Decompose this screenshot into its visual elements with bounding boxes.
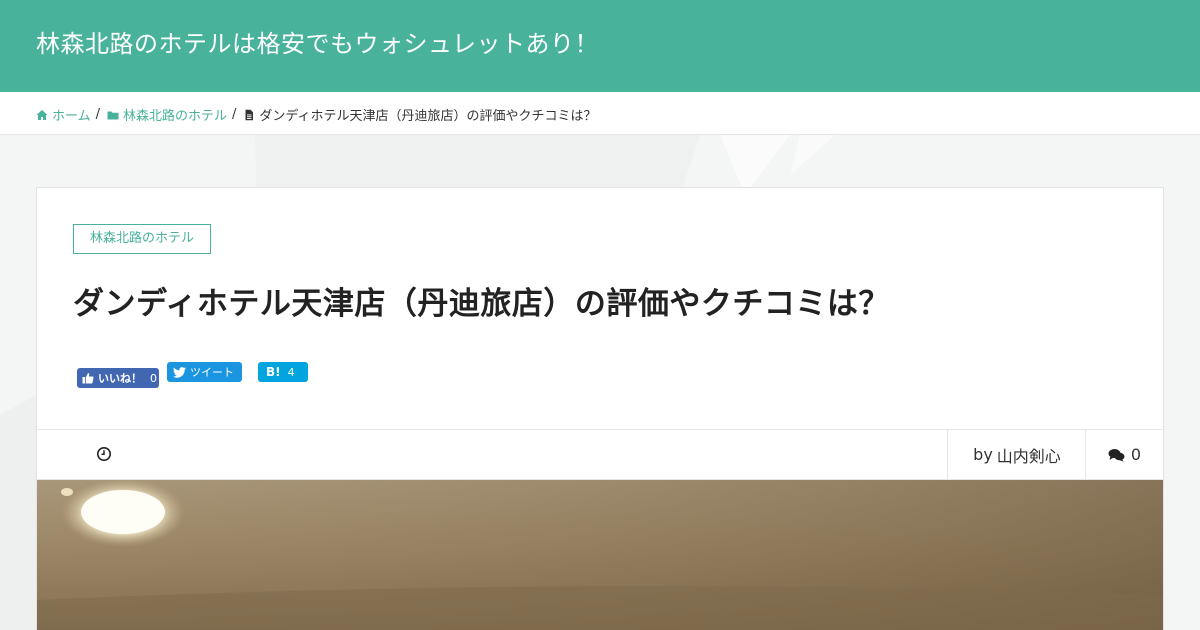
breadcrumb-home-label: ホーム <box>52 109 91 124</box>
tweet-label: ツイート <box>190 366 234 379</box>
breadcrumb-separator: / <box>95 107 101 122</box>
tweet-button[interactable]: ツイート <box>167 362 242 382</box>
breadcrumb-current: ダンディホテル天津店（丹迪旅店）の評価やクチコミは？ <box>243 105 597 124</box>
article-card: 林森北路のホテル ダンディホテル天津店（丹迪旅店）の評価やクチコミは？ いいね！… <box>36 187 1164 630</box>
breadcrumb-category-link[interactable]: 林森北路のホテル <box>107 105 227 124</box>
breadcrumb-home-link[interactable]: ホーム <box>36 105 91 124</box>
site-header: 林森北路のホテルは格安でもウォシュレットあり！ <box>0 0 1200 92</box>
ceiling-photo <box>37 480 1163 630</box>
article-meta-bar: by 山内剣心 0 <box>37 429 1163 480</box>
category-tag[interactable]: 林森北路のホテル <box>73 224 212 254</box>
clock-icon <box>97 447 111 461</box>
home-icon <box>36 109 48 120</box>
author-name: 山内剣心 <box>996 446 1061 466</box>
folder-icon <box>107 111 119 119</box>
like-count: 0 <box>150 371 157 385</box>
hatena-bookmark-button[interactable]: B! 4 <box>258 362 308 382</box>
hatena-b-icon: B! <box>266 365 281 379</box>
author-link[interactable]: by 山内剣心 <box>947 430 1086 479</box>
like-label: いいね！ <box>98 372 142 385</box>
site-title[interactable]: 林森北路のホテルは格安でもウォシュレットあり！ <box>36 24 599 59</box>
breadcrumb-separator: / <box>232 107 237 122</box>
featured-image <box>37 480 1163 630</box>
hatena-count: 4 <box>287 365 295 379</box>
breadcrumb-current-label: ダンディホテル天津店（丹迪旅店）の評価やクチコミは？ <box>259 109 597 124</box>
breadcrumb-bar: ホーム / 林森北路のホテル / ダンディホテル天津店（丹迪旅店）の評価やクチコ… <box>0 92 1200 135</box>
thumbs-up-icon <box>82 373 94 384</box>
comments-link[interactable]: 0 <box>1085 430 1163 479</box>
author-prefix: by <box>973 445 993 464</box>
breadcrumb-category-label: 林森北路のホテル <box>123 109 228 124</box>
article-title: ダンディホテル天津店（丹迪旅店）の評価やクチコミは？ <box>73 286 890 322</box>
twitter-bird-icon <box>173 366 186 378</box>
file-icon <box>245 109 254 120</box>
breadcrumb: ホーム / 林森北路のホテル / ダンディホテル天津店（丹迪旅店）の評価やクチコ… <box>36 105 597 124</box>
facebook-like-button[interactable]: いいね！ 0 <box>77 368 159 388</box>
comment-count: 0 <box>1130 445 1142 464</box>
comments-icon <box>1108 448 1125 462</box>
